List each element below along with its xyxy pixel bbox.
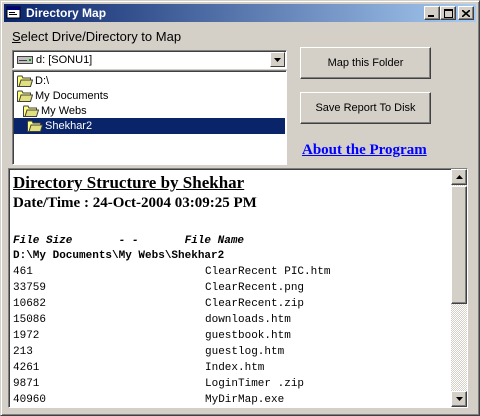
directory-item-root[interactable]: D:\: [17, 73, 49, 89]
file-name-cell: MyDirMap.exe: [205, 394, 285, 406]
report-output[interactable]: Directory Structure by Shekhar Date/Time…: [8, 168, 468, 408]
title-bar[interactable]: Directory Map: [4, 4, 476, 22]
file-size-cell: 40960: [13, 394, 47, 406]
drive-label-text: elect Drive/Directory to Map: [20, 29, 182, 44]
directory-tree[interactable]: D:\ My Documents My Webs Shekhar2: [12, 70, 287, 165]
save-report-button[interactable]: Save Report To Disk: [300, 92, 431, 124]
file-name-cell: ClearRecent.zip: [205, 298, 305, 310]
open-folder-icon: [27, 120, 43, 132]
scrollbar-thumb[interactable]: [451, 186, 467, 304]
drive-combobox-value: d: [SONU1]: [36, 53, 93, 66]
open-folder-icon: [23, 105, 39, 117]
file-size-cell: 461: [13, 266, 33, 278]
window-title: Directory Map: [26, 6, 107, 20]
file-size-cell: 10682: [13, 298, 47, 310]
about-program-link[interactable]: About the Program: [302, 142, 427, 159]
vertical-scrollbar[interactable]: [451, 169, 467, 407]
file-size-cell: 4261: [13, 362, 40, 374]
directory-item-my-documents[interactable]: My Documents: [17, 88, 108, 104]
file-size-cell: 213: [13, 346, 33, 358]
close-icon: [462, 9, 470, 17]
file-name-cell: guestbook.htm: [205, 330, 291, 342]
file-size-cell: 15086: [13, 314, 47, 326]
directory-item-shekhar2[interactable]: Shekhar2: [14, 118, 285, 134]
directory-item-label: D:\: [35, 75, 50, 87]
file-size-cell: 1972: [13, 330, 40, 342]
file-size-cell: 9871: [13, 378, 40, 390]
minimize-icon: [428, 15, 434, 17]
file-name-cell: guestlog.htm: [205, 346, 285, 358]
report-column-header: File Size - - File Name: [13, 235, 245, 247]
drive-icon: [17, 55, 33, 64]
scroll-down-button[interactable]: [451, 391, 467, 407]
drive-combobox[interactable]: d: [SONU1]: [12, 50, 287, 69]
file-name-cell: ClearRecent.png: [205, 282, 305, 294]
file-name-cell: LoginTimer .zip: [205, 378, 305, 390]
drive-label-accelerator: S: [12, 29, 21, 44]
arrow-up-icon: [455, 175, 463, 179]
map-folder-button-label: Map this Folder: [327, 57, 404, 69]
file-size-cell: 33759: [13, 282, 47, 294]
main-window: Directory Map Select Drive/Directory to …: [0, 0, 480, 416]
drive-select-label: Select Drive/Directory to Map: [12, 29, 181, 44]
file-name-cell: ClearRecent PIC.htm: [205, 266, 331, 278]
file-name-cell: Index.htm: [205, 362, 265, 374]
open-folder-icon: [17, 90, 33, 102]
map-folder-button[interactable]: Map this Folder: [300, 47, 431, 79]
arrow-down-icon: [455, 397, 463, 401]
maximize-icon: [443, 8, 453, 18]
report-heading: Directory Structure by Shekhar: [13, 173, 245, 192]
close-button[interactable]: [458, 6, 474, 20]
directory-item-label: My Webs: [41, 105, 87, 117]
chevron-down-icon: [274, 57, 281, 62]
file-name-cell: downloads.htm: [205, 314, 291, 326]
app-icon: [6, 6, 22, 20]
save-report-button-label: Save Report To Disk: [315, 102, 416, 114]
report-path: D:\My Documents\My Webs\Shekhar2: [13, 250, 225, 262]
directory-item-my-webs[interactable]: My Webs: [23, 103, 87, 119]
scroll-up-button[interactable]: [451, 169, 467, 185]
minimize-button[interactable]: [424, 6, 440, 20]
maximize-button[interactable]: [440, 6, 456, 20]
directory-item-label: Shekhar2: [45, 120, 93, 132]
drive-dropdown-button[interactable]: [270, 52, 285, 67]
directory-item-label: My Documents: [35, 90, 109, 102]
open-folder-icon: [17, 75, 33, 87]
report-datetime: Date/Time : 24-Oct-2004 03:09:25 PM: [13, 195, 257, 211]
